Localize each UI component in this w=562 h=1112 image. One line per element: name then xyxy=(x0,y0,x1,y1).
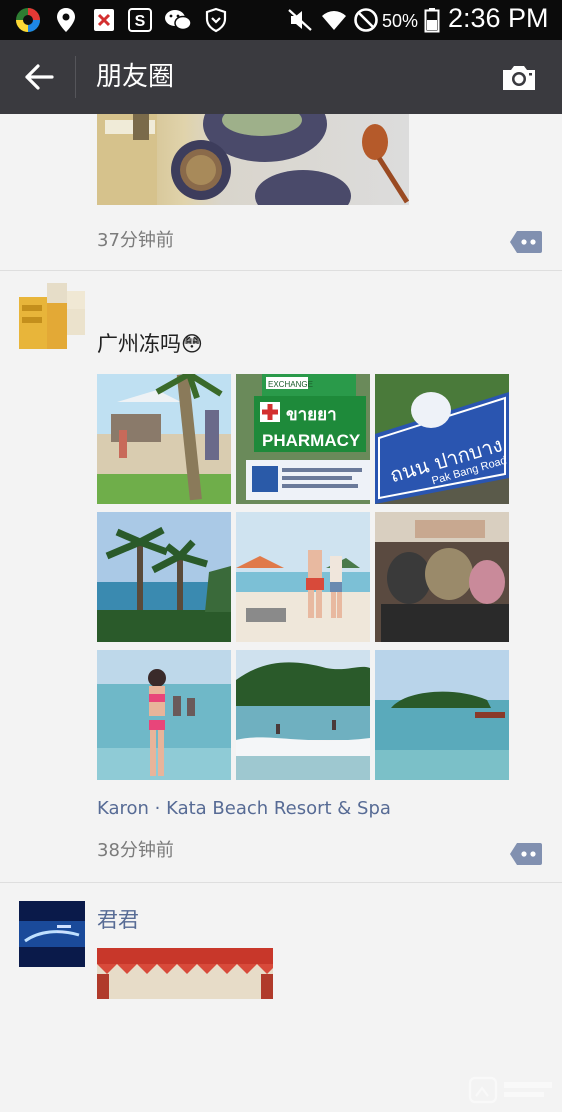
wifi-icon xyxy=(320,6,348,34)
location-link[interactable]: Karon · Kata Beach Resort & Spa xyxy=(97,798,391,819)
shield-icon xyxy=(202,6,230,34)
back-arrow-icon[interactable] xyxy=(18,56,60,98)
battery-percent: 50% xyxy=(382,11,419,31)
post-divider xyxy=(0,270,562,271)
blocked-icon xyxy=(90,6,118,34)
status-bar: S 50% 2:36 PM xyxy=(0,0,562,40)
camera-icon[interactable] xyxy=(496,58,542,98)
photo-preview[interactable] xyxy=(97,948,273,999)
moments-feed[interactable]: 37分钟前 广州冻吗😳 EXCHANGE ขายยา PHARMACY ถนน … xyxy=(0,114,562,1104)
battery-icon xyxy=(418,6,446,34)
svg-text:ขายยา: ขายยา xyxy=(286,405,337,424)
post-text: 广州冻吗😳 xyxy=(97,332,203,356)
photo-pharmacy-sign[interactable]: EXCHANGE ขายยา PHARMACY xyxy=(236,374,370,504)
location-icon xyxy=(52,6,80,34)
post-time: 38分钟前 xyxy=(97,840,174,861)
comment-icon[interactable] xyxy=(509,230,543,253)
svg-text:S: S xyxy=(135,13,146,30)
post-divider xyxy=(0,882,562,883)
photo-palm-trees[interactable] xyxy=(97,512,231,642)
page-title: 朋友圈 xyxy=(96,62,175,92)
avatar[interactable] xyxy=(19,283,85,349)
no-sim-icon xyxy=(352,6,380,34)
avatar[interactable] xyxy=(19,901,85,967)
photo-beach-bar[interactable] xyxy=(97,374,231,504)
clock: 2:36 PM xyxy=(448,3,549,33)
toolbar: 朋友圈 xyxy=(0,40,562,114)
wechat-icon xyxy=(164,6,192,34)
user-name[interactable]: 君君 xyxy=(97,904,139,934)
comment-icon[interactable] xyxy=(509,842,543,865)
photo-beach-couple[interactable] xyxy=(236,512,370,642)
photo-girl-in-bikini[interactable] xyxy=(97,650,231,780)
watermark-logo xyxy=(468,1074,558,1108)
food-photo[interactable] xyxy=(97,114,409,205)
app-icon xyxy=(14,6,42,34)
svg-text:EXCHANGE: EXCHANGE xyxy=(268,380,313,389)
mute-icon xyxy=(286,6,314,34)
toolbar-divider xyxy=(75,56,76,98)
s-app-icon: S xyxy=(126,6,154,34)
svg-text:PHARMACY: PHARMACY xyxy=(262,431,361,450)
photo-beach-waves[interactable] xyxy=(236,650,370,780)
post-time: 37分钟前 xyxy=(97,230,174,251)
photo-people-sitting[interactable] xyxy=(375,512,509,642)
photo-pak-bang-road-sign[interactable]: ถนน ปากบาง Pak Bang Road xyxy=(375,374,509,504)
photo-island-sea[interactable] xyxy=(375,650,509,780)
